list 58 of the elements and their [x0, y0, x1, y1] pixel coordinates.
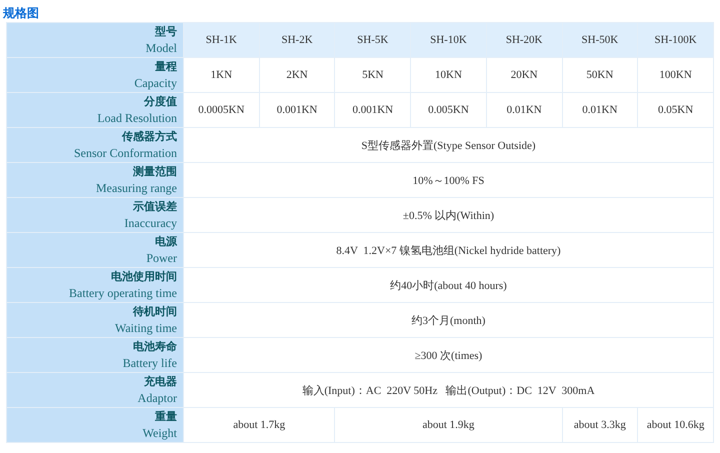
row-label: 分度值 — [143, 94, 177, 110]
row-label: 型号 — [154, 24, 177, 40]
column-header: SH-20K — [486, 22, 562, 58]
row-label: Waiting time — [114, 320, 177, 336]
table-cell: 2KN — [259, 58, 335, 92]
row-label: Sensor Conformation — [73, 145, 177, 161]
table-cell: S型传感器外置(Stype Sensor Outside) — [184, 128, 714, 162]
row-label: 示值误差 — [132, 199, 177, 215]
table-cell: 0.0005KN — [184, 92, 260, 128]
row-label: Power — [145, 250, 177, 266]
table-cell: 8.4V 1.2V×7 镍氢电池组(Nickel hydride battery) — [184, 232, 714, 268]
row-label: Measuring range — [95, 180, 177, 196]
table-cell: 50KN — [562, 58, 638, 92]
column-header: SH-100K — [638, 22, 714, 58]
table-cell: 10KN — [410, 58, 486, 92]
table-cell: about 1.9kg — [334, 408, 562, 442]
row-label: Battery operating time — [68, 285, 177, 301]
table-cell: 20KN — [486, 58, 562, 92]
table-cell: 10%～100% FS — [184, 162, 714, 198]
row-label: 量程 — [154, 59, 177, 75]
column-header: SH-10K — [410, 22, 486, 58]
row-label: 测量范围 — [132, 164, 177, 180]
table-cell: 0.001KN — [334, 92, 411, 128]
column-header: SH-2K — [259, 22, 335, 58]
table-cell: 0.01KN — [562, 92, 638, 128]
row-label: 充电器 — [143, 374, 177, 390]
row-label: 待机时间 — [132, 304, 177, 320]
column-header: SH-5K — [334, 22, 411, 58]
row-label: 电池使用时间 — [110, 269, 177, 285]
column-header: SH-50K — [562, 22, 638, 58]
table-cell: about 10.6kg — [638, 408, 714, 442]
table-cell: 0.005KN — [410, 92, 486, 128]
row-label: Battery life — [122, 355, 177, 371]
table-cell: 输入(Input)：AC 220V 50Hz 输出(Output)：DC 12V 300mA — [184, 372, 714, 408]
table-cell: 1KN — [184, 58, 260, 92]
row-label: Inaccuracy — [123, 215, 177, 231]
row-label: Load Resolution — [96, 110, 177, 126]
table-cell: 约40小时(about 40 hours) — [184, 268, 714, 302]
table-cell: 100KN — [638, 58, 714, 92]
table-cell: ±0.5% 以内(Within) — [184, 198, 714, 232]
row-label: 传感器方式 — [120, 129, 177, 145]
row-label: Weight — [142, 425, 177, 441]
table-cell: 约3个月(month) — [184, 302, 714, 338]
table-cell: ≥300 次(times) — [184, 338, 714, 372]
row-label: 重量 — [154, 409, 177, 425]
table-cell: 0.01KN — [486, 92, 562, 128]
row-label: Model — [144, 40, 177, 56]
table-cell: 0.05KN — [638, 92, 714, 128]
section-title: 规格图 — [2, 5, 40, 22]
row-label: Adaptor — [136, 390, 177, 406]
column-header: SH-1K — [184, 22, 260, 58]
table-cell: about 3.3kg — [562, 408, 638, 442]
row-label: 电源 — [154, 234, 177, 250]
table-cell: about 1.7kg — [184, 408, 335, 442]
row-label: 电池寿命 — [132, 339, 177, 355]
row-label: Capacity — [133, 75, 177, 91]
table-cell: 5KN — [334, 58, 411, 92]
table-cell: 0.001KN — [259, 92, 335, 128]
